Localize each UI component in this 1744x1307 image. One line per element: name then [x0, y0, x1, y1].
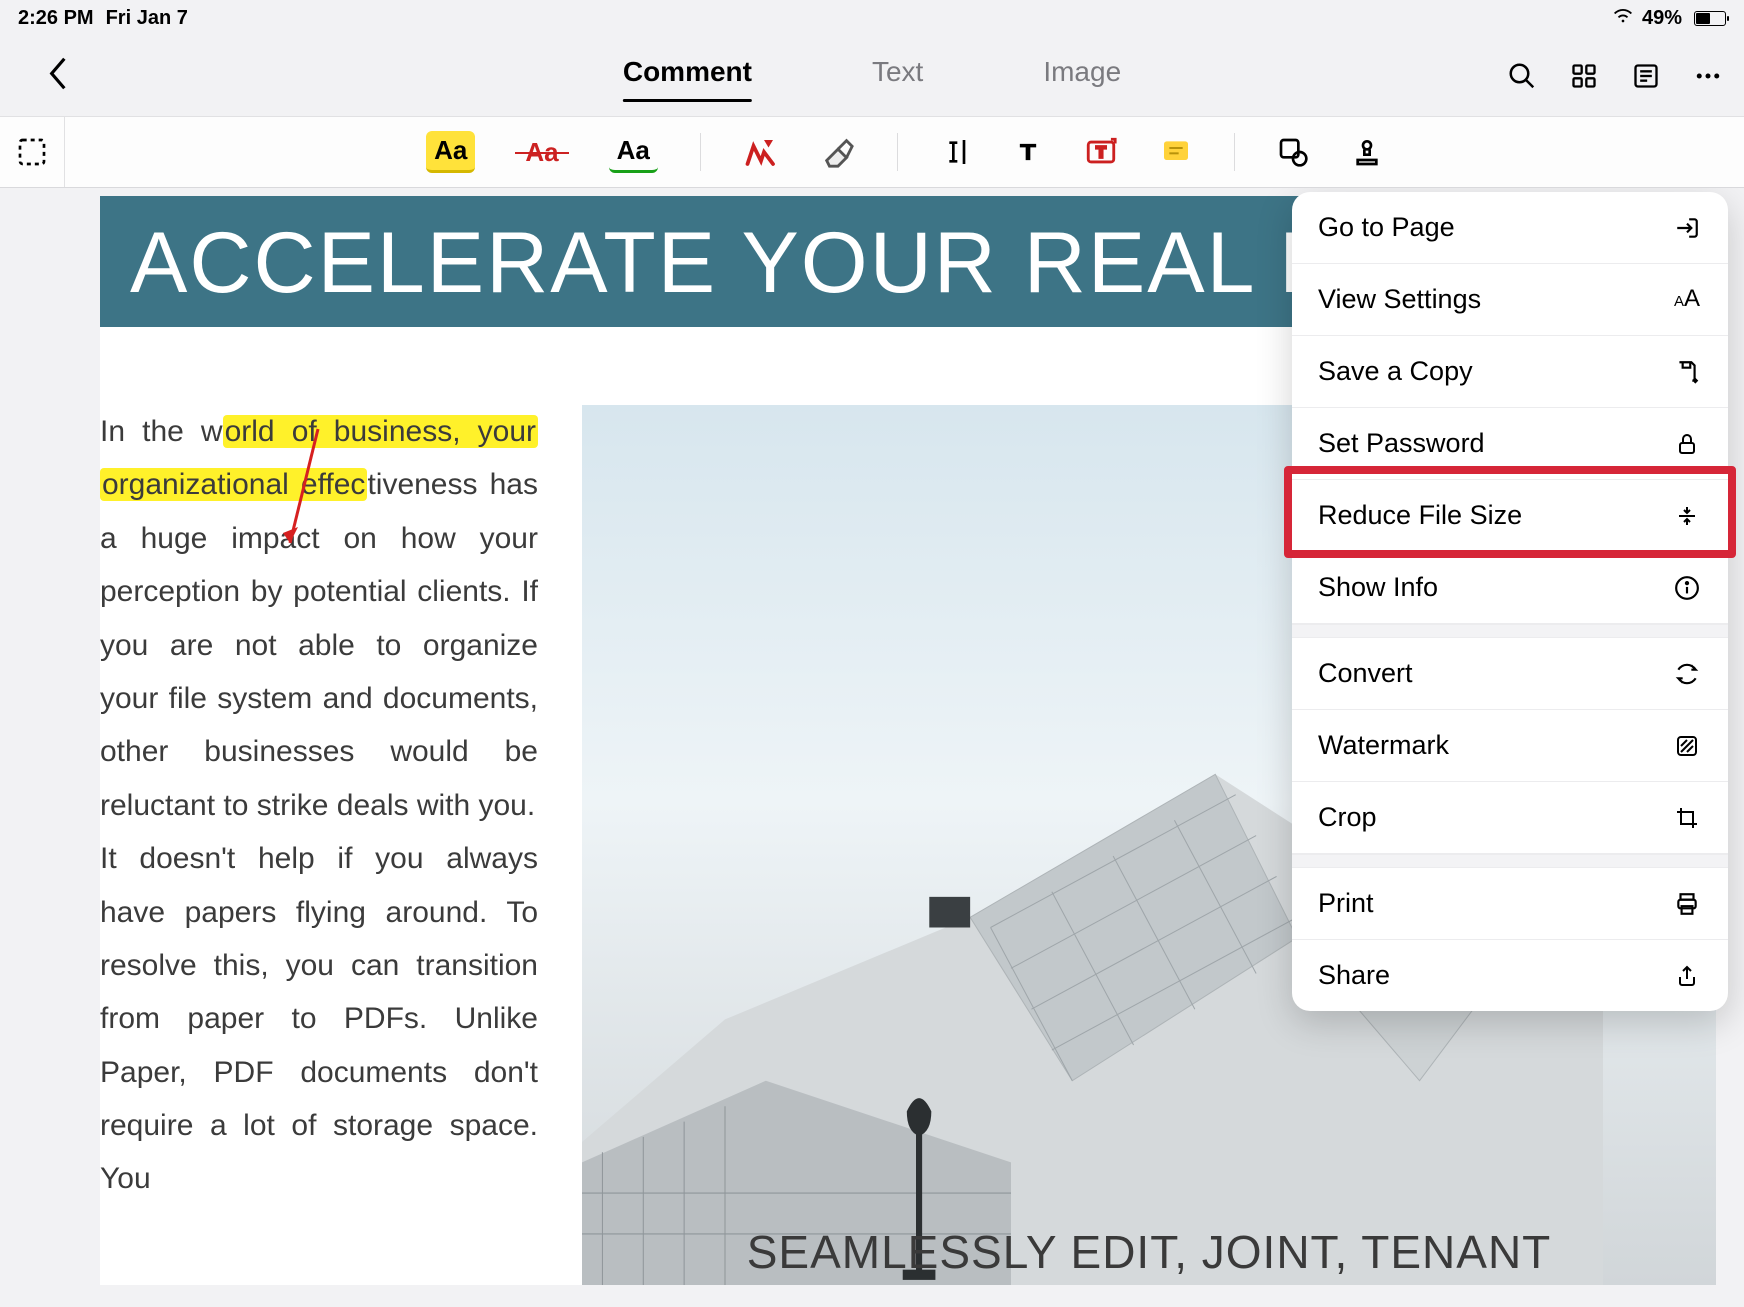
menu-label: Share [1318, 960, 1390, 991]
sticky-note-tool[interactable] [1160, 136, 1192, 168]
text-tool[interactable] [1014, 138, 1042, 166]
info-icon [1672, 573, 1702, 603]
view-settings-icon: AA [1672, 285, 1702, 315]
text-run: In the w [100, 415, 223, 448]
menu-label: Watermark [1318, 730, 1449, 761]
back-button[interactable] [45, 55, 71, 98]
menu-separator [1292, 624, 1728, 638]
tab-image[interactable]: Image [1043, 56, 1121, 96]
separator [897, 133, 898, 171]
menu-view-settings[interactable]: View Settings AA [1292, 264, 1728, 336]
annotation-toolbar: Aa Aa Aa T [0, 116, 1744, 188]
menu-separator [1292, 854, 1728, 868]
strikethrough-tool[interactable]: Aa [517, 133, 566, 172]
status-bar: 2:26 PM Fri Jan 7 49% [0, 0, 1744, 36]
convert-icon [1672, 659, 1702, 689]
selection-tool-icon[interactable] [16, 136, 48, 168]
stamp-tool[interactable] [1351, 136, 1383, 168]
menu-label: Print [1318, 888, 1374, 919]
menu-print[interactable]: Print [1292, 868, 1728, 940]
image-subheading: SEAMLESSLY EDIT, JOINT, TENANT [747, 1225, 1552, 1279]
shape-tool[interactable] [1277, 136, 1309, 168]
underline-tool[interactable]: Aa [609, 131, 658, 173]
menu-label: Go to Page [1318, 212, 1455, 243]
status-date: Fri Jan 7 [106, 7, 188, 30]
menu-label: Set Password [1318, 428, 1485, 459]
tab-text[interactable]: Text [872, 56, 923, 96]
menu-go-to-page[interactable]: Go to Page [1292, 192, 1728, 264]
grid-view-icon[interactable] [1568, 60, 1600, 92]
menu-show-info[interactable]: Show Info [1292, 552, 1728, 624]
text-paragraph: It doesn't help if you always have paper… [100, 832, 538, 1206]
menu-set-password[interactable]: Set Password [1292, 408, 1728, 480]
outline-icon[interactable] [1630, 60, 1662, 92]
battery-percent: 49% [1642, 7, 1682, 30]
menu-save-copy[interactable]: Save a Copy [1292, 336, 1728, 408]
more-menu: Go to Page View Settings AA Save a Copy … [1292, 192, 1728, 1011]
menu-label: Convert [1318, 658, 1413, 689]
text-run: tiveness has a huge impact on how your p… [100, 468, 538, 821]
watermark-icon [1672, 731, 1702, 761]
menu-label: Reduce File Size [1318, 500, 1522, 531]
top-nav: Comment Text Image [0, 36, 1744, 116]
separator [700, 133, 701, 171]
text-cursor-tool[interactable] [940, 136, 972, 168]
ink-pen-tool[interactable] [743, 134, 779, 170]
menu-crop[interactable]: Crop [1292, 782, 1728, 854]
menu-share[interactable]: Share [1292, 940, 1728, 1011]
status-time: 2:26 PM [18, 7, 94, 30]
highlight-annotation[interactable]: orld of business, your [223, 415, 538, 448]
menu-label: Crop [1318, 802, 1377, 833]
menu-label: Save a Copy [1318, 356, 1473, 387]
highlight-annotation[interactable]: organizational effec [100, 468, 367, 501]
menu-convert[interactable]: Convert [1292, 638, 1728, 710]
save-copy-icon [1672, 357, 1702, 387]
battery-icon [1690, 11, 1726, 26]
wifi-icon [1612, 4, 1634, 32]
textbox-tool[interactable]: T [1084, 135, 1118, 169]
menu-reduce-file-size[interactable]: Reduce File Size [1292, 480, 1728, 552]
separator [1234, 133, 1235, 171]
menu-label: View Settings [1318, 284, 1481, 315]
menu-watermark[interactable]: Watermark [1292, 710, 1728, 782]
share-icon [1672, 961, 1702, 991]
lock-icon [1672, 429, 1702, 459]
eraser-tool[interactable] [821, 135, 855, 169]
more-menu-icon[interactable] [1692, 60, 1724, 92]
print-icon [1672, 889, 1702, 919]
tab-comment[interactable]: Comment [623, 56, 752, 96]
menu-label: Show Info [1318, 572, 1438, 603]
search-icon[interactable] [1506, 60, 1538, 92]
crop-icon [1672, 803, 1702, 833]
compress-icon [1672, 501, 1702, 531]
body-text-column: In the world of business, your organizat… [100, 405, 538, 1285]
svg-text:T: T [1096, 145, 1106, 162]
document-viewport[interactable]: ACCELERATE YOUR REAL ESTATE In the world… [0, 188, 1744, 1307]
highlight-tool[interactable]: Aa [426, 131, 475, 173]
go-to-page-icon [1672, 213, 1702, 243]
